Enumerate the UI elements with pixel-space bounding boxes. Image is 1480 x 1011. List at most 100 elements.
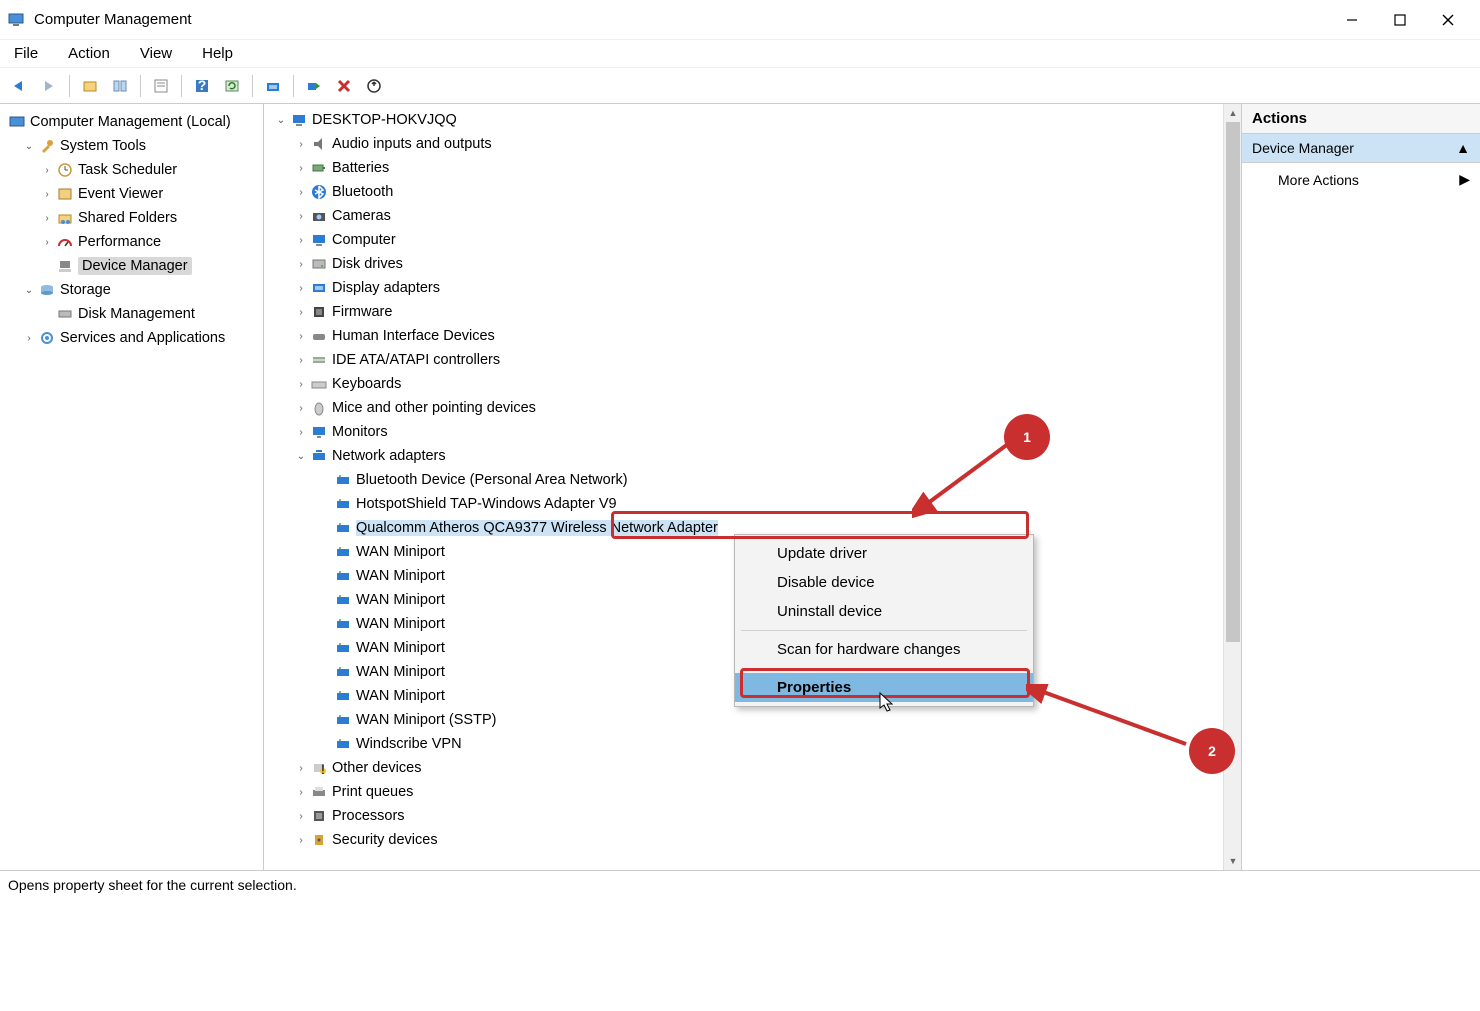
category-icon <box>310 207 328 225</box>
minimize-button[interactable] <box>1328 4 1376 36</box>
ctx-disable-device[interactable]: Disable device <box>735 568 1033 597</box>
forward-button[interactable] <box>36 73 62 99</box>
device-tree-pane: ⌄DESKTOP-HOKVJQQ›Audio inputs and output… <box>264 104 1242 870</box>
device-category[interactable]: ›Monitors <box>272 420 1239 444</box>
actions-pane: Actions Device Manager ▲ More Actions ▶ <box>1242 104 1480 870</box>
device-category[interactable]: ›Cameras <box>272 204 1239 228</box>
callout-badge-2: 2 <box>1189 728 1235 774</box>
device-category[interactable]: ›IDE ATA/ATAPI controllers <box>272 348 1239 372</box>
ctx-scan-hardware[interactable]: Scan for hardware changes <box>735 635 1033 664</box>
callout-badge-1: 1 <box>1004 414 1050 460</box>
console-tree: Computer Management (Local) ⌄System Tool… <box>0 104 264 870</box>
category-icon <box>310 231 328 249</box>
device-category[interactable]: ›Batteries <box>272 156 1239 180</box>
clock-icon <box>56 161 74 179</box>
tree-device-manager[interactable]: Device Manager <box>4 254 259 278</box>
device-item[interactable]: Windscribe VPN <box>272 732 1239 756</box>
show-hide-button[interactable] <box>107 73 133 99</box>
tree-disk-management[interactable]: Disk Management <box>4 302 259 326</box>
tree-performance[interactable]: ›Performance <box>4 230 259 254</box>
category-icon <box>310 351 328 369</box>
svg-text:!: ! <box>321 761 325 776</box>
actions-more[interactable]: More Actions ▶ <box>1242 163 1480 196</box>
back-button[interactable] <box>6 73 32 99</box>
actions-header: Actions <box>1242 104 1480 134</box>
category-icon <box>310 159 328 177</box>
menu-file[interactable]: File <box>8 43 44 64</box>
ctx-update-driver[interactable]: Update driver <box>735 539 1033 568</box>
device-category[interactable]: ›Display adapters <box>272 276 1239 300</box>
tree-task-scheduler[interactable]: ›Task Scheduler <box>4 158 259 182</box>
device-category[interactable]: ›Computer <box>272 228 1239 252</box>
category-icon <box>310 279 328 297</box>
scan-button[interactable] <box>260 73 286 99</box>
scrollbar-thumb[interactable] <box>1226 122 1240 642</box>
adapter-icon <box>334 687 352 705</box>
device-root[interactable]: ⌄DESKTOP-HOKVJQQ <box>272 108 1239 132</box>
uninstall-button[interactable] <box>331 73 357 99</box>
ctx-uninstall-device[interactable]: Uninstall device <box>735 597 1033 626</box>
device-manager-icon <box>56 257 74 275</box>
update-driver-button[interactable] <box>361 73 387 99</box>
chevron-right-icon: ▶ <box>1459 171 1470 188</box>
refresh-button[interactable] <box>219 73 245 99</box>
device-item[interactable]: HotspotShield TAP-Windows Adapter V9 <box>272 492 1239 516</box>
category-icon <box>310 807 328 825</box>
services-icon <box>38 329 56 347</box>
actions-selected[interactable]: Device Manager ▲ <box>1242 134 1480 163</box>
status-text: Opens property sheet for the current sel… <box>8 877 297 893</box>
device-item[interactable]: Bluetooth Device (Personal Area Network) <box>272 468 1239 492</box>
ctx-separator <box>741 630 1027 631</box>
device-category[interactable]: ›Audio inputs and outputs <box>272 132 1239 156</box>
adapter-icon <box>334 591 352 609</box>
collapse-icon: ▲ <box>1456 140 1470 156</box>
up-button[interactable] <box>77 73 103 99</box>
device-category[interactable]: ›Mice and other pointing devices <box>272 396 1239 420</box>
computer-icon <box>290 111 308 129</box>
tree-root[interactable]: Computer Management (Local) <box>4 110 259 134</box>
enable-device-button[interactable] <box>301 73 327 99</box>
tree-system-tools[interactable]: ⌄System Tools <box>4 134 259 158</box>
storage-icon <box>38 281 56 299</box>
adapter-icon <box>334 471 352 489</box>
maximize-button[interactable] <box>1376 4 1424 36</box>
toolbar: ? <box>0 68 1480 104</box>
adapter-icon <box>334 615 352 633</box>
folder-share-icon <box>56 209 74 227</box>
device-category[interactable]: ›Human Interface Devices <box>272 324 1239 348</box>
ctx-properties[interactable]: Properties <box>735 673 1033 702</box>
adapter-icon <box>334 567 352 585</box>
tree-services-apps[interactable]: ›Services and Applications <box>4 326 259 350</box>
properties-button[interactable] <box>148 73 174 99</box>
event-icon <box>56 185 74 203</box>
device-category[interactable]: ›Processors <box>272 804 1239 828</box>
category-icon <box>310 783 328 801</box>
device-category[interactable]: ›Bluetooth <box>272 180 1239 204</box>
device-category[interactable]: ⌄Network adapters <box>272 444 1239 468</box>
device-category[interactable]: ›Print queues <box>272 780 1239 804</box>
close-button[interactable] <box>1424 4 1472 36</box>
menu-help[interactable]: Help <box>196 43 239 64</box>
context-menu: Update driver Disable device Uninstall d… <box>734 534 1034 707</box>
category-icon <box>310 399 328 417</box>
status-bar: Opens property sheet for the current sel… <box>0 870 1480 902</box>
tree-event-viewer[interactable]: ›Event Viewer <box>4 182 259 206</box>
device-item[interactable]: WAN Miniport (SSTP) <box>272 708 1239 732</box>
category-icon <box>310 375 328 393</box>
category-icon <box>310 303 328 321</box>
menu-action[interactable]: Action <box>62 43 116 64</box>
tree-storage[interactable]: ⌄Storage <box>4 278 259 302</box>
device-category[interactable]: ›Keyboards <box>272 372 1239 396</box>
category-icon <box>310 447 328 465</box>
menu-view[interactable]: View <box>134 43 178 64</box>
category-icon <box>310 327 328 345</box>
device-category[interactable]: ›Security devices <box>272 828 1239 852</box>
help-button[interactable]: ? <box>189 73 215 99</box>
tree-shared-folders[interactable]: ›Shared Folders <box>4 206 259 230</box>
device-category[interactable]: ›Disk drives <box>272 252 1239 276</box>
device-category[interactable]: ›Firmware <box>272 300 1239 324</box>
disk-icon <box>56 305 74 323</box>
titlebar: Computer Management <box>0 0 1480 40</box>
category-icon <box>310 423 328 441</box>
device-category[interactable]: ›!Other devices <box>272 756 1239 780</box>
